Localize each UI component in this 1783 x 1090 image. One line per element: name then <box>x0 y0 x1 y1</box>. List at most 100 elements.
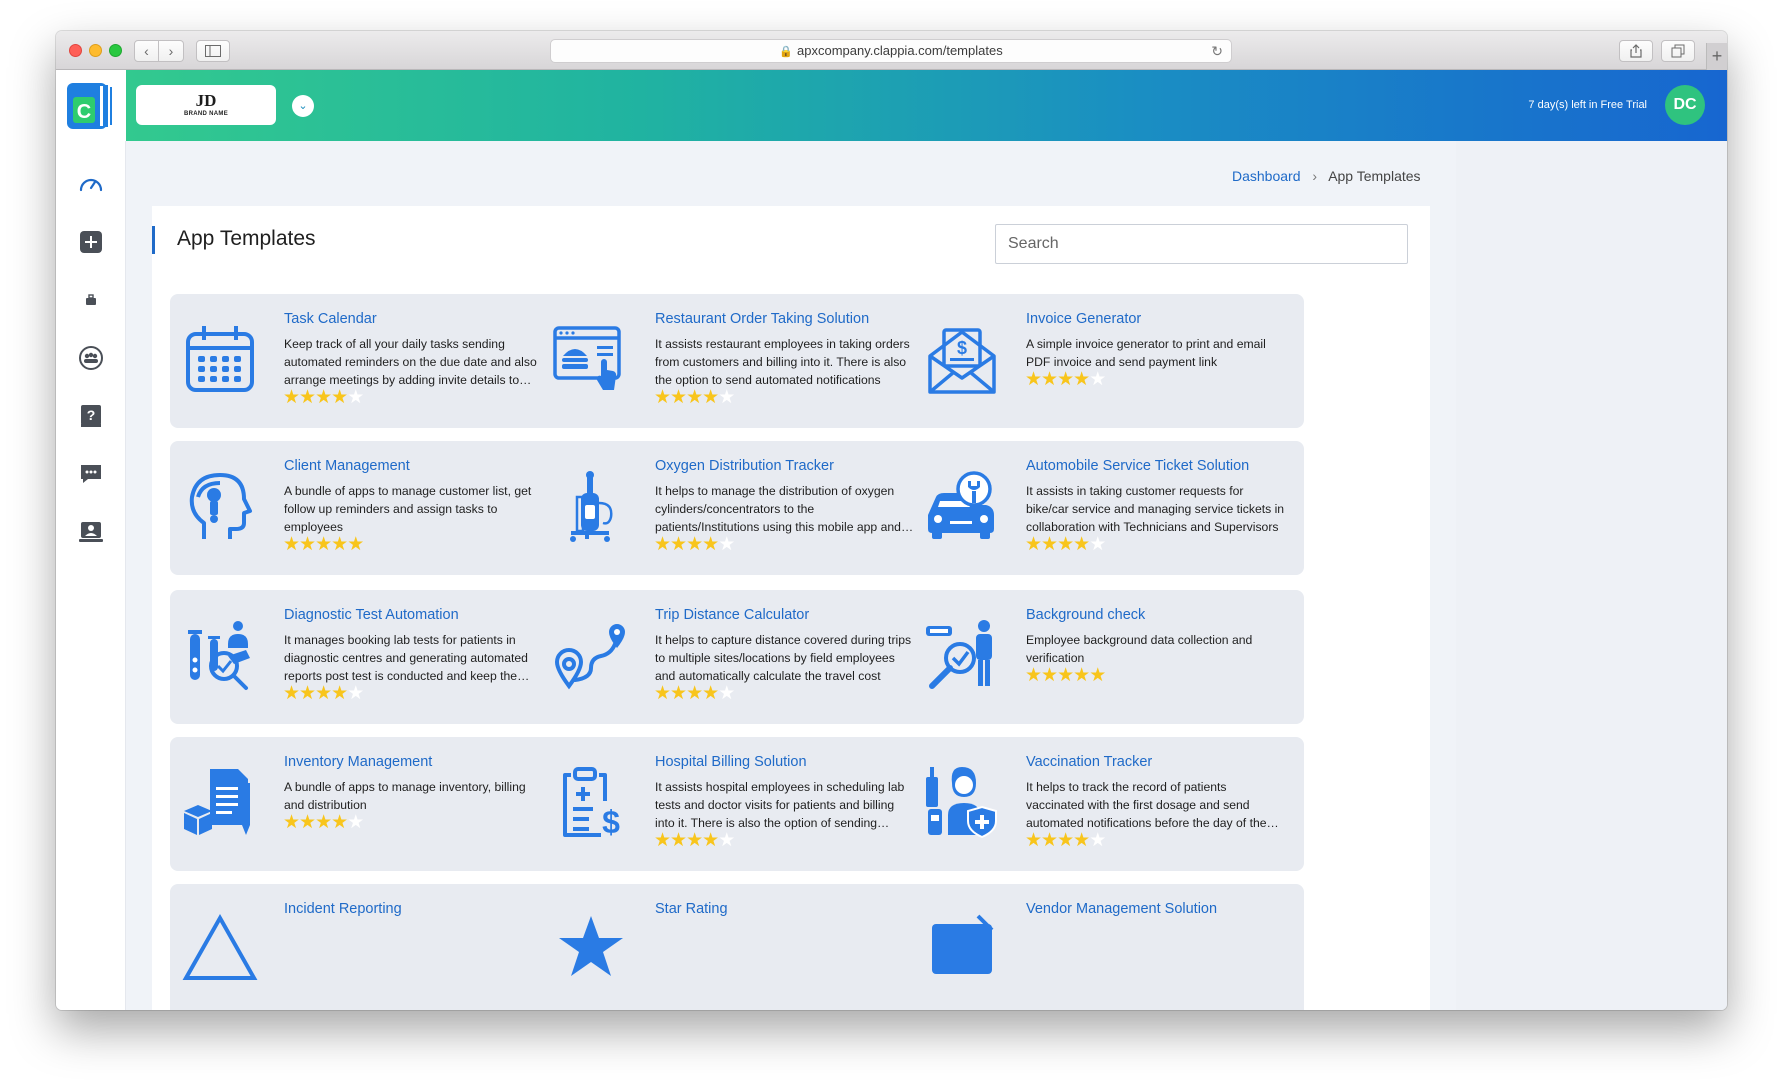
star-filled-icon: ★ <box>299 534 316 555</box>
template-description: It helps to track the record of patients… <box>1026 780 1267 830</box>
template-description: Employee background data collection and … <box>1026 633 1253 665</box>
star-filled-icon: ★ <box>315 683 332 704</box>
star-filled-icon: ★ <box>1089 665 1106 686</box>
template-card[interactable]: Oxygen Distribution Tracker It helps to m… <box>541 441 933 575</box>
template-card[interactable]: Inventory Management A bundle of apps to … <box>170 737 562 871</box>
template-title[interactable]: Invoice Generator <box>1026 311 1141 327</box>
template-card[interactable]: Automobile Service Ticket Solution It ass… <box>912 441 1304 575</box>
star-filled-icon: ★ <box>315 534 332 555</box>
search-input[interactable] <box>995 224 1408 264</box>
rating-stars: ★★★★★ <box>654 387 735 408</box>
template-title[interactable]: Restaurant Order Taking Solution <box>655 311 869 327</box>
star-filled-icon: ★ <box>654 534 671 555</box>
briefcase-icon[interactable] <box>78 287 104 313</box>
browser-titlebar: ‹ › 🔒 apxcompany.clappia.com/templates ↻ … <box>56 31 1727 70</box>
rating-stars: ★★★★★ <box>1025 369 1106 390</box>
templates-panel: App Templates Task Calendar Keep track of… <box>152 206 1430 1010</box>
star-filled-icon: ★ <box>670 683 687 704</box>
template-card[interactable]: Vaccination Tracker It helps to track the… <box>912 737 1304 871</box>
star-filled-icon: ★ <box>702 683 719 704</box>
star-empty-icon: ★ <box>718 534 735 555</box>
star-filled-icon: ★ <box>702 387 719 408</box>
right-background <box>1456 141 1727 1010</box>
template-card[interactable]: Client Management A bundle of apps to man… <box>170 441 562 575</box>
template-description: A bundle of apps to manage inventory, bi… <box>284 780 526 812</box>
app-header: C JD BRAND NAME ⌄ 7 day(s) left in Free … <box>56 70 1727 141</box>
help-book-icon[interactable]: ? <box>78 403 104 429</box>
template-title[interactable]: Star Rating <box>655 901 728 917</box>
dashboard-gauge-icon[interactable] <box>78 171 104 197</box>
template-card[interactable]: Background check Employee background data… <box>912 590 1304 724</box>
chat-bubble-icon[interactable] <box>78 461 104 487</box>
user-avatar[interactable]: DC <box>1665 85 1705 125</box>
template-card[interactable]: Incident Reporting <box>170 884 562 1010</box>
clappia-logo-icon[interactable]: C <box>67 83 113 129</box>
template-title[interactable]: Background check <box>1026 607 1145 623</box>
svg-text:C: C <box>77 101 91 123</box>
rating-stars: ★★★★★ <box>283 812 364 833</box>
address-bar[interactable]: 🔒 apxcompany.clappia.com/templates ↻ <box>550 39 1232 63</box>
template-title[interactable]: Task Calendar <box>284 311 377 327</box>
hospital-bill-icon: $ <box>551 763 631 843</box>
star-filled-icon: ★ <box>686 534 703 555</box>
new-tab-button[interactable]: + <box>1706 43 1727 70</box>
template-card[interactable]: Restaurant Order Taking Solution It assis… <box>541 294 933 428</box>
forward-button[interactable]: › <box>159 40 184 62</box>
star-filled-icon: ★ <box>702 534 719 555</box>
template-title[interactable]: Client Management <box>284 458 410 474</box>
template-card[interactable]: Diagnostic Test Automation It manages boo… <box>170 590 562 724</box>
template-title[interactable]: Diagnostic Test Automation <box>284 607 459 623</box>
car-service-icon <box>922 467 1002 547</box>
template-title[interactable]: Vendor Management Solution <box>1026 901 1217 917</box>
zoom-window-button[interactable] <box>109 44 122 57</box>
template-card[interactable]: Star Rating <box>541 884 933 1010</box>
presenter-icon[interactable] <box>78 519 104 545</box>
share-icon <box>1630 44 1642 58</box>
minimize-window-button[interactable] <box>89 44 102 57</box>
star-filled-icon: ★ <box>1073 665 1090 686</box>
sidebar-toggle-button[interactable] <box>196 40 230 62</box>
star-empty-icon: ★ <box>347 812 364 833</box>
workspace-dropdown-button[interactable]: ⌄ <box>292 95 314 117</box>
star-filled-icon: ★ <box>686 387 703 408</box>
template-description: It helps to manage the distribution of o… <box>655 484 901 534</box>
star-empty-icon: ★ <box>347 387 364 408</box>
star-filled-icon: ★ <box>1073 369 1090 390</box>
template-title[interactable]: Hospital Billing Solution <box>655 754 807 770</box>
template-title[interactable]: Automobile Service Ticket Solution <box>1026 458 1249 474</box>
star-rating-icon <box>551 910 631 990</box>
template-title[interactable]: Oxygen Distribution Tracker <box>655 458 834 474</box>
brand-name: BRAND NAME <box>184 111 228 117</box>
template-title[interactable]: Vaccination Tracker <box>1026 754 1152 770</box>
template-card[interactable]: $ Invoice Generator A simple invoice gene… <box>912 294 1304 428</box>
users-group-icon[interactable] <box>78 345 104 371</box>
back-button[interactable]: ‹ <box>134 40 159 62</box>
template-card[interactable]: Vendor Management Solution <box>912 884 1304 1010</box>
template-card[interactable]: $ Hospital Billing Solution It assists ho… <box>541 737 933 871</box>
star-filled-icon: ★ <box>1025 369 1042 390</box>
add-app-icon[interactable] <box>78 229 104 255</box>
rating-stars: ★★★★★ <box>283 387 364 408</box>
title-accent-bar <box>152 226 155 254</box>
breadcrumb: Dashboard › App Templates <box>1232 168 1421 184</box>
star-filled-icon: ★ <box>315 387 332 408</box>
star-empty-icon: ★ <box>1089 534 1106 555</box>
star-filled-icon: ★ <box>331 534 348 555</box>
chevron-right-icon: › <box>1312 168 1318 184</box>
close-window-button[interactable] <box>69 44 82 57</box>
breadcrumb-dashboard-link[interactable]: Dashboard <box>1232 168 1301 184</box>
template-title[interactable]: Trip Distance Calculator <box>655 607 809 623</box>
template-title[interactable]: Inventory Management <box>284 754 432 770</box>
star-filled-icon: ★ <box>299 387 316 408</box>
star-filled-icon: ★ <box>299 683 316 704</box>
vaccination-icon <box>922 763 1002 843</box>
template-card[interactable]: Trip Distance Calculator It helps to capt… <box>541 590 933 724</box>
template-title[interactable]: Incident Reporting <box>284 901 402 917</box>
template-card[interactable]: Task Calendar Keep track of all your dail… <box>170 294 562 428</box>
reload-icon[interactable]: ↻ <box>1211 40 1223 62</box>
tab-overview-button[interactable] <box>1661 40 1695 62</box>
share-button[interactable] <box>1619 40 1653 62</box>
brand-logo[interactable]: JD BRAND NAME <box>136 85 276 125</box>
star-filled-icon: ★ <box>1057 830 1074 851</box>
trial-status[interactable]: 7 day(s) left in Free Trial <box>1528 99 1647 111</box>
